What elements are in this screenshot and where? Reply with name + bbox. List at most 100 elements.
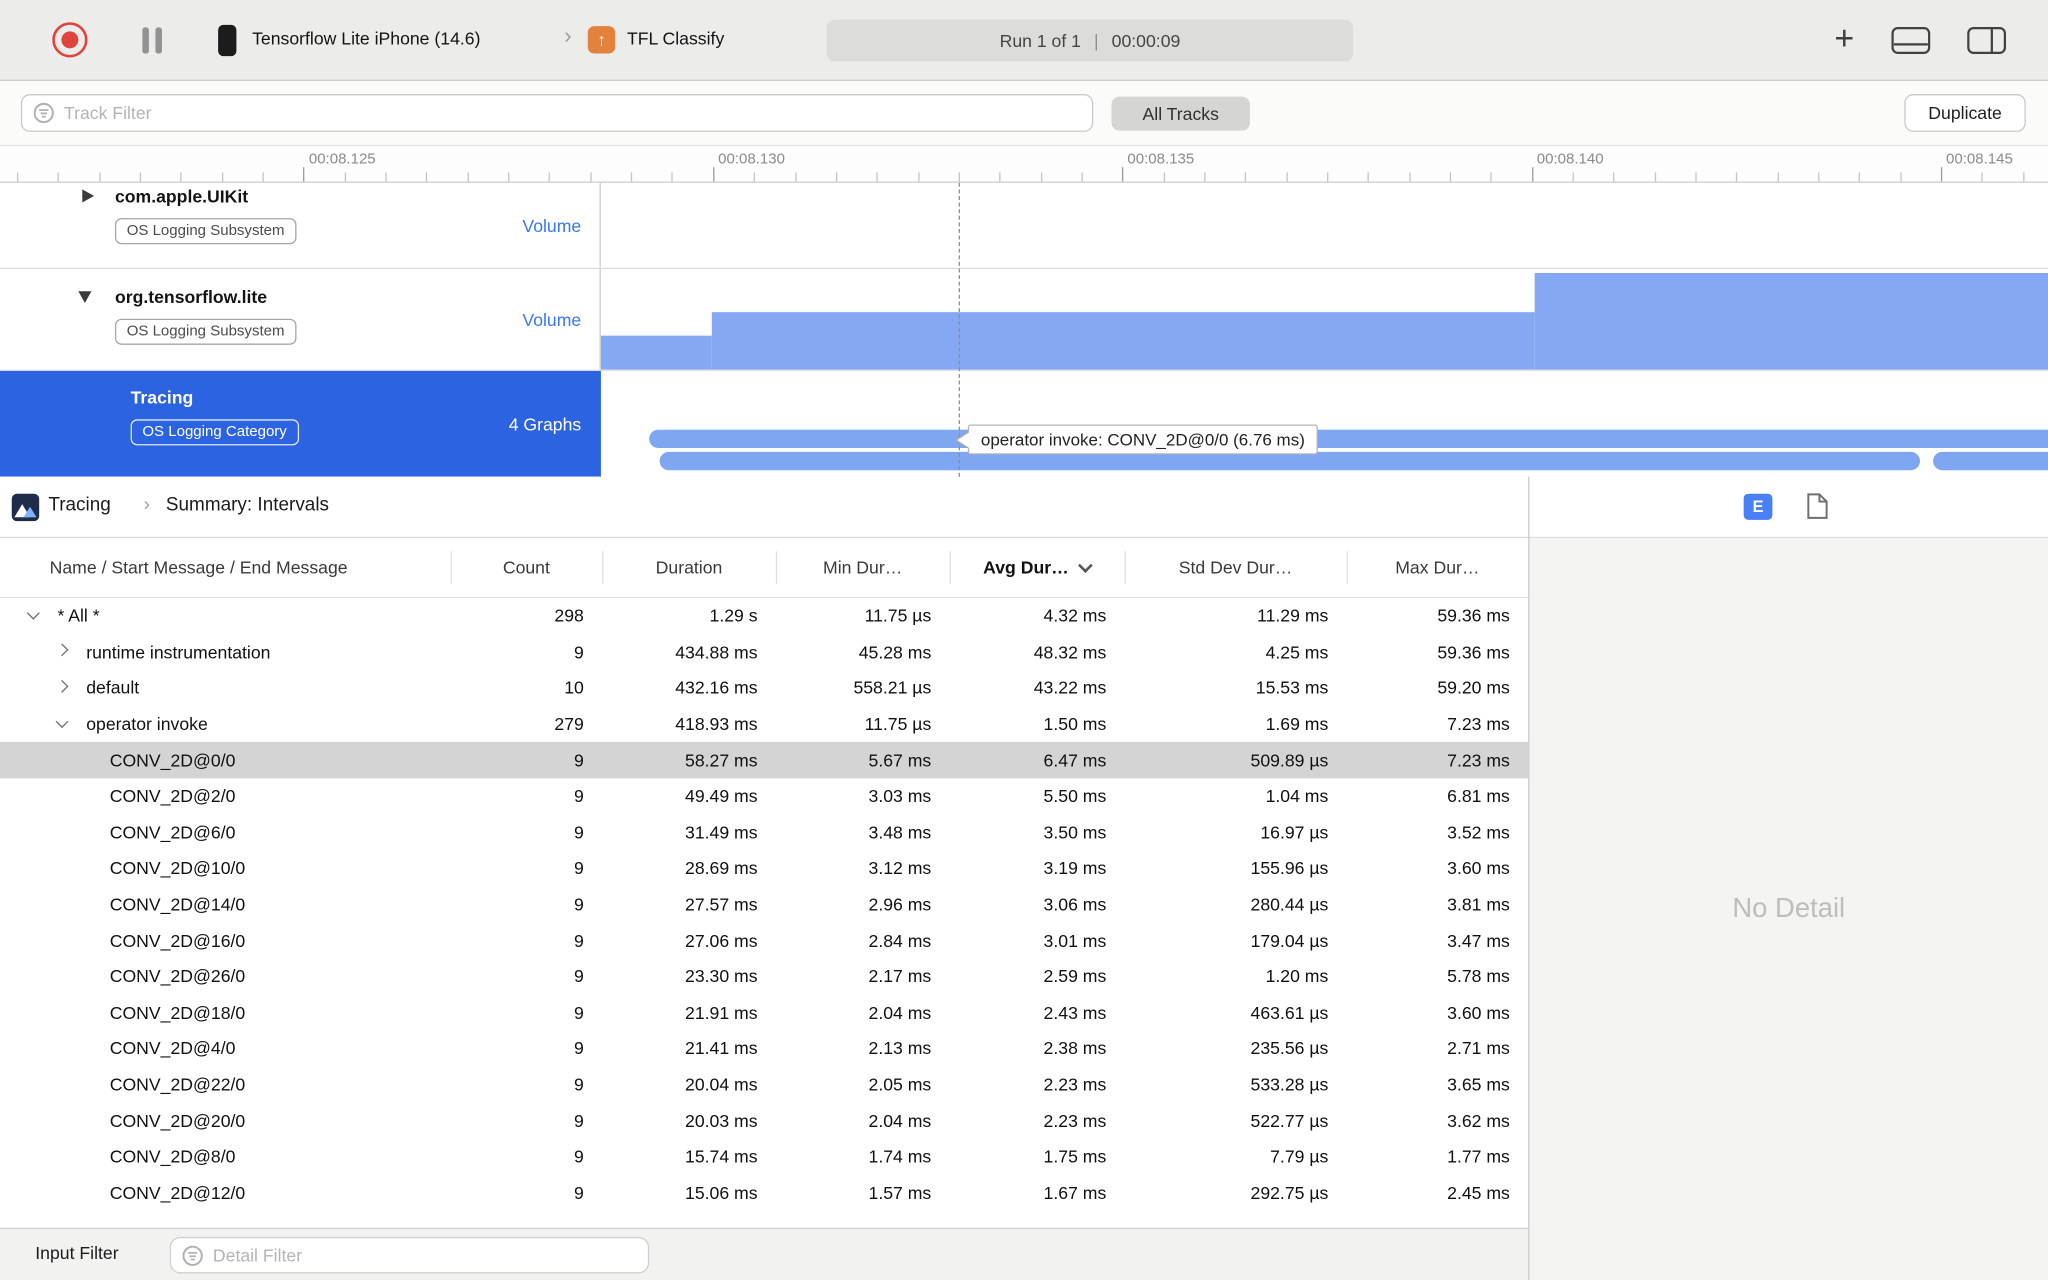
editor-view-button[interactable]: E — [1743, 493, 1773, 520]
cell-duration: 432.16 ms — [675, 678, 758, 699]
target-selector[interactable]: TFL Classify — [627, 29, 724, 49]
timeline-ruler[interactable]: 00:08.125 00:08.130 00:08.135 00:08.140 00:0… — [0, 146, 2048, 183]
instruments-window: Tensorflow Lite iPhone (14.6) › ↑ TFL Cl… — [0, 0, 2048, 1280]
detail-filter-input[interactable] — [212, 1245, 638, 1265]
track-row-tensorflow[interactable]: org.tensorflow.lite OS Logging Subsystem… — [0, 269, 2048, 371]
cell-std: 7.79 µs — [1270, 1147, 1329, 1167]
breadcrumb-root[interactable]: Tracing — [48, 495, 110, 516]
detail-filter-field[interactable] — [169, 1236, 650, 1274]
track-header[interactable]: org.tensorflow.lite OS Logging Subsystem… — [0, 269, 601, 370]
ruler-tick — [58, 172, 60, 182]
cell-avg: 2.59 ms — [1043, 966, 1107, 987]
record-button[interactable] — [52, 22, 88, 58]
cell-std: 11.29 ms — [1257, 606, 1329, 627]
all-tracks-button[interactable]: All Tracks — [1111, 96, 1250, 131]
ruler-tick — [1777, 172, 1779, 182]
ruler-tick — [1122, 167, 1124, 182]
tooltip-arrow-icon — [957, 431, 970, 448]
column-header-min[interactable]: Min Dur… — [775, 538, 950, 597]
document-view-button[interactable] — [1804, 492, 1830, 521]
cell-count: 9 — [574, 786, 584, 807]
cell-max: 3.60 ms — [1447, 858, 1510, 879]
row-name: CONV_2D@12/0 — [109, 1183, 246, 1203]
volume-bar — [711, 312, 1535, 370]
table-row[interactable]: CONV_2D@16/0 9 27.06 ms 2.84 ms 3.01 ms 179.0… — [0, 923, 1528, 959]
toggle-bottom-pane-button[interactable] — [1891, 26, 1931, 61]
track-filter-input[interactable] — [64, 103, 1082, 123]
pane-divider[interactable] — [1528, 476, 1530, 1280]
table-row[interactable]: * All * 298 1.29 s 11.75 µs 4.32 ms 11.29 ms 5… — [0, 598, 1528, 634]
target-app-icon: ↑ — [587, 26, 616, 54]
volume-graph[interactable] — [600, 269, 2048, 370]
breadcrumb-page[interactable]: Summary: Intervals — [166, 495, 329, 516]
ruler-tick — [1899, 172, 1902, 182]
table-row[interactable]: CONV_2D@12/0 9 15.06 ms 1.57 ms 1.67 ms 292.7… — [0, 1175, 1528, 1211]
cell-max: 59.36 ms — [1437, 642, 1510, 663]
cell-duration: 49.49 ms — [685, 786, 758, 807]
ruler-tick — [712, 167, 715, 182]
track-filter-bar: All Tracks Duplicate — [0, 80, 2048, 147]
cell-min: 2.96 ms — [868, 894, 932, 915]
column-header-count[interactable]: Count — [450, 538, 603, 597]
disclosure-triangle-collapsed[interactable] — [82, 189, 95, 203]
column-header-duration[interactable]: Duration — [602, 538, 776, 597]
cell-max: 3.81 ms — [1447, 894, 1510, 915]
table-row[interactable]: CONV_2D@20/0 9 20.03 ms 2.04 ms 2.23 ms 522.7… — [0, 1103, 1528, 1139]
device-selector[interactable]: Tensorflow Lite iPhone (14.6) — [252, 29, 480, 49]
table-row[interactable]: CONV_2D@18/0 9 21.91 ms 2.04 ms 2.43 ms 463.6… — [0, 995, 1528, 1031]
row-name: CONV_2D@4/0 — [109, 1038, 236, 1059]
table-row[interactable]: CONV_2D@0/0 9 58.27 ms 5.67 ms 6.47 ms 509.89… — [0, 742, 1529, 779]
add-instrument-button[interactable]: + — [1826, 16, 1863, 60]
table-row[interactable]: CONV_2D@26/0 9 23.30 ms 2.17 ms 2.59 ms 1.20 … — [0, 959, 1528, 995]
status-divider: | — [1094, 30, 1099, 51]
elapsed-time: 00:00:09 — [1111, 30, 1181, 51]
cell-max: 1.77 ms — [1447, 1147, 1510, 1167]
ruler-tick — [1818, 172, 1820, 182]
disclosure-triangle-expanded[interactable] — [78, 291, 92, 304]
track-badge: OS Logging Subsystem — [114, 218, 297, 245]
row-chevron-expanded[interactable] — [55, 714, 69, 728]
ruler-tick — [631, 172, 633, 182]
filter-icon — [182, 1245, 203, 1266]
row-chevron-collapsed[interactable] — [55, 643, 69, 657]
cell-max: 3.65 ms — [1447, 1074, 1510, 1095]
table-row[interactable]: runtime instrumentation 9 434.88 ms 45.28 m… — [0, 634, 1528, 670]
column-header-name[interactable]: Name / Start Message / End Message — [0, 538, 451, 597]
table-row[interactable]: CONV_2D@8/0 9 15.74 ms 1.74 ms 1.75 ms 7.79 µ… — [0, 1139, 1528, 1175]
table-row[interactable]: operator invoke 279 418.93 ms 11.75 µs 1.50 … — [0, 706, 1528, 742]
ruler-tick — [1531, 167, 1533, 182]
pause-button[interactable] — [142, 27, 163, 54]
row-chevron-collapsed[interactable] — [55, 679, 69, 693]
column-header-stddev[interactable]: Std Dev Dur… — [1124, 538, 1347, 597]
table-row[interactable]: CONV_2D@10/0 9 28.69 ms 3.12 ms 3.19 ms 155.9… — [0, 850, 1528, 886]
cell-min: 5.67 ms — [868, 750, 932, 771]
duplicate-button[interactable]: Duplicate — [1904, 94, 2026, 132]
track-header[interactable]: com.apple.UIKit OS Logging Subsystem Vol… — [0, 182, 601, 268]
ruler-tick — [671, 172, 674, 182]
table-row[interactable]: CONV_2D@6/0 9 31.49 ms 3.48 ms 3.50 ms 16.97 … — [0, 814, 1528, 850]
track-meta-label[interactable]: Volume — [522, 310, 581, 330]
interval-bar[interactable] — [1933, 451, 2048, 471]
track-row-uikit[interactable]: com.apple.UIKit OS Logging Subsystem Vol… — [0, 182, 2048, 270]
cell-min: 558.21 µs — [853, 678, 932, 699]
column-header-max[interactable]: Max Dur… — [1346, 538, 1529, 597]
ruler-tick — [385, 172, 387, 182]
column-header-avg[interactable]: Avg Dur… — [949, 538, 1125, 597]
table-row[interactable]: CONV_2D@22/0 9 20.04 ms 2.05 ms 2.23 ms 533.2… — [0, 1067, 1528, 1103]
interval-bar[interactable] — [649, 429, 2048, 448]
table-row[interactable]: CONV_2D@4/0 9 21.41 ms 2.13 ms 2.38 ms 235.56… — [0, 1031, 1528, 1067]
track-lane[interactable] — [601, 183, 2048, 268]
table-row[interactable]: CONV_2D@14/0 9 27.57 ms 2.96 ms 3.06 ms 280.4… — [0, 887, 1528, 923]
interval-graph[interactable] — [601, 371, 2048, 477]
cell-max: 2.71 ms — [1447, 1038, 1510, 1059]
track-header-selected[interactable]: Tracing OS Logging Category 4 Graphs — [0, 370, 601, 477]
interval-bar[interactable] — [659, 451, 1920, 471]
track-meta-label[interactable]: 4 Graphs — [509, 414, 582, 434]
toggle-right-pane-button[interactable] — [1967, 26, 2007, 61]
track-meta-label[interactable]: Volume — [522, 216, 581, 236]
table-row[interactable]: CONV_2D@2/0 9 49.49 ms 3.03 ms 5.50 ms 1.04 m… — [0, 778, 1528, 814]
cell-avg: 1.50 ms — [1043, 714, 1107, 735]
table-row[interactable]: default 10 432.16 ms 558.21 µs 43.22 ms 15.53… — [0, 670, 1528, 706]
track-filter-field[interactable] — [20, 94, 1094, 132]
row-chevron-expanded[interactable] — [26, 606, 40, 620]
